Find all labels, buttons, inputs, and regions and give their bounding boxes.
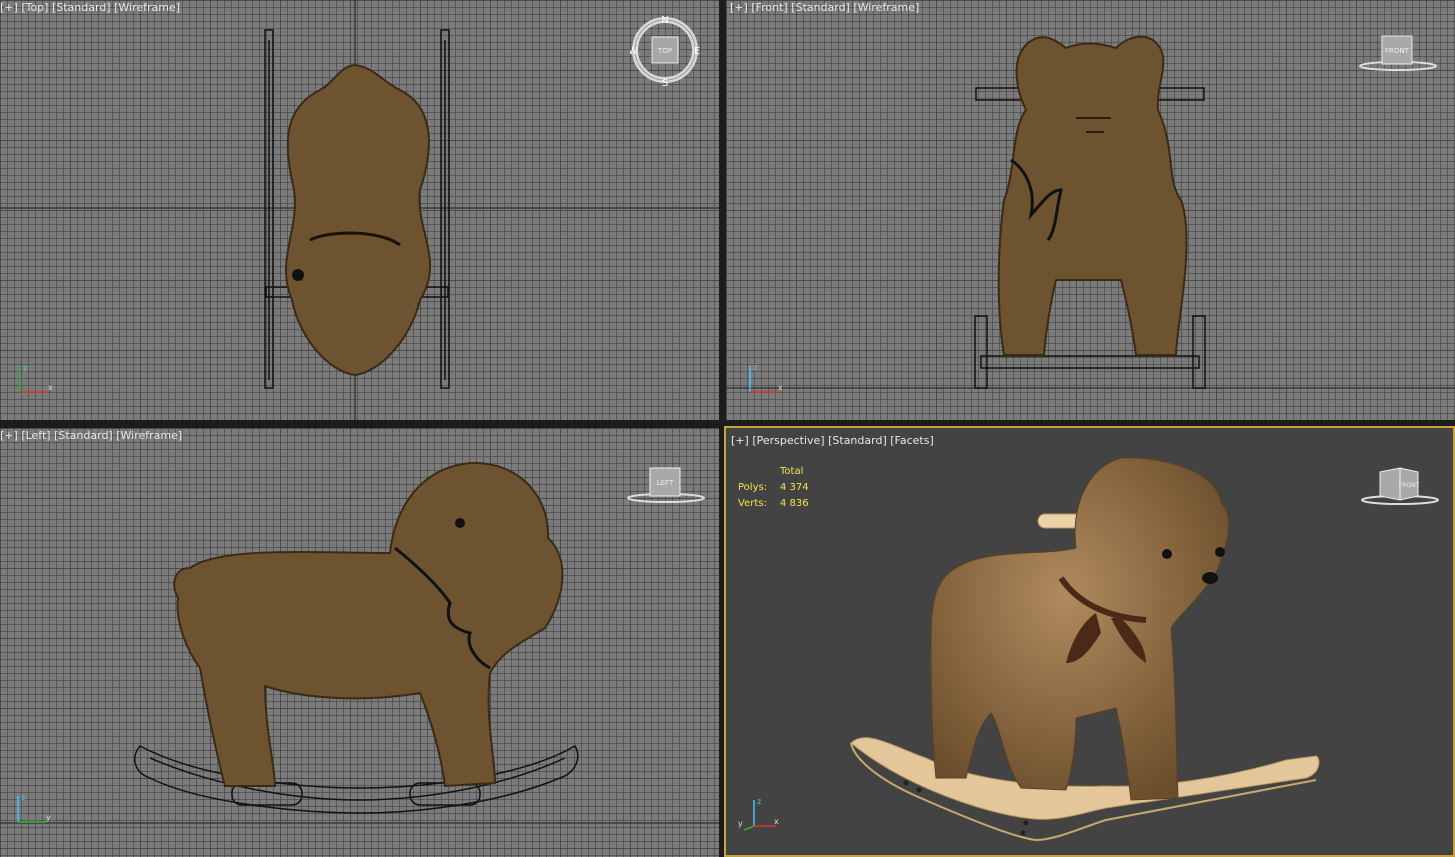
viewport-render-mode[interactable]: [Wireframe] [853,1,919,14]
perspective-scene [850,457,1320,842]
viewport-point-of-view[interactable]: [Top] [21,1,48,14]
compass-west: W [630,46,638,57]
viewcube-icon: FRONT [1361,467,1439,505]
polys-label: Polys: [738,482,768,493]
viewport-point-of-view[interactable]: [Left] [21,429,50,442]
left-viewport-label[interactable]: [+] [Left] [Standard] [Wireframe] [0,429,182,442]
verts-value: 4 836 [780,498,809,509]
axis-tripod-icon: y x [19,363,53,393]
viewcube[interactable]: FRONT [1358,30,1438,74]
viewport-front[interactable]: [+] [Front] [Standard] [Wireframe] FRONT… [726,0,1455,420]
viewcube[interactable]: LEFT [626,464,706,508]
compass-icon: TOP N S E W [628,15,700,89]
axis-z-label: z [21,793,25,802]
front-view-scene [726,35,1455,389]
verts-label: Verts: [738,498,767,509]
viewport-top[interactable]: [+] [Top] [Standard] [Wireframe] TOP N S… [0,0,719,420]
statistics-overlay: Total Polys: 4 374 Verts: 4 836 [738,464,809,512]
axis-x-label: x [778,383,783,392]
bear-fur-front [997,35,1188,356]
compass-south: S [662,78,668,87]
viewcube[interactable]: FRONT [1360,466,1440,510]
axis-y-label: y [738,819,743,828]
bear-plush-rendered [930,457,1230,801]
stats-header: Total [780,466,804,477]
left-view-scene [0,461,719,824]
viewport-shading-standard[interactable]: [Standard] [828,434,887,447]
viewcube-face-label: FRONT [1385,47,1410,55]
bear-fur-top [284,63,431,377]
axis-tripod-icon: z x y [738,797,779,831]
viewport-left[interactable]: [+] [Left] [Standard] [Wireframe] LEFT z… [0,428,719,857]
viewport-shading-standard[interactable]: [Standard] [54,429,113,442]
axis-tripod-icon: z x [749,363,783,393]
viewcube-face-label: TOP [657,47,672,55]
viewcube-face-label: FRONT [1399,482,1420,489]
viewport-point-of-view[interactable]: [Front] [751,1,787,14]
viewport-perspective[interactable]: [+] [Perspective] [Standard] [Facets] To… [724,426,1455,857]
perspective-viewport-label[interactable]: [+] [Perspective] [Standard] [Facets] [731,434,934,447]
viewcube-icon: FRONT [1359,35,1437,71]
front-viewport-label[interactable]: [+] [Front] [Standard] [Wireframe] [730,1,919,14]
viewport-render-mode[interactable]: [Facets] [890,434,934,447]
viewport-menu-plus[interactable]: [+] [730,1,748,14]
viewport-shading-standard[interactable]: [Standard] [52,1,111,14]
rocker-base-wireframe [134,744,579,814]
compass-east: E [694,46,700,57]
viewcube-face-label: LEFT [657,479,674,487]
bear-fur-side [173,461,564,788]
axis-y-label: y [46,813,51,822]
polys-value: 4 374 [780,482,809,493]
axis-tripod-icon: z y [17,793,51,823]
compass-north: N [661,15,668,26]
viewport-render-mode[interactable]: [Wireframe] [116,429,182,442]
viewport-render-mode[interactable]: [Wireframe] [114,1,180,14]
axis-x-label: x [48,383,53,392]
viewport-menu-plus[interactable]: [+] [0,1,18,14]
viewport-shading-standard[interactable]: [Standard] [791,1,850,14]
viewcube-compass[interactable]: TOP N S E W [628,15,700,89]
viewport-menu-plus[interactable]: [+] [731,434,749,447]
viewport-menu-plus[interactable]: [+] [0,429,18,442]
viewcube-icon: LEFT [627,467,705,503]
top-view-scene [0,0,719,420]
axis-y-label: y [23,363,28,372]
axis-z-label: z [757,797,761,806]
top-viewport-label[interactable]: [+] [Top] [Standard] [Wireframe] [0,1,180,14]
axis-x-label: x [774,817,779,826]
viewport-point-of-view[interactable]: [Perspective] [752,434,824,447]
axis-z-label: z [753,363,757,372]
